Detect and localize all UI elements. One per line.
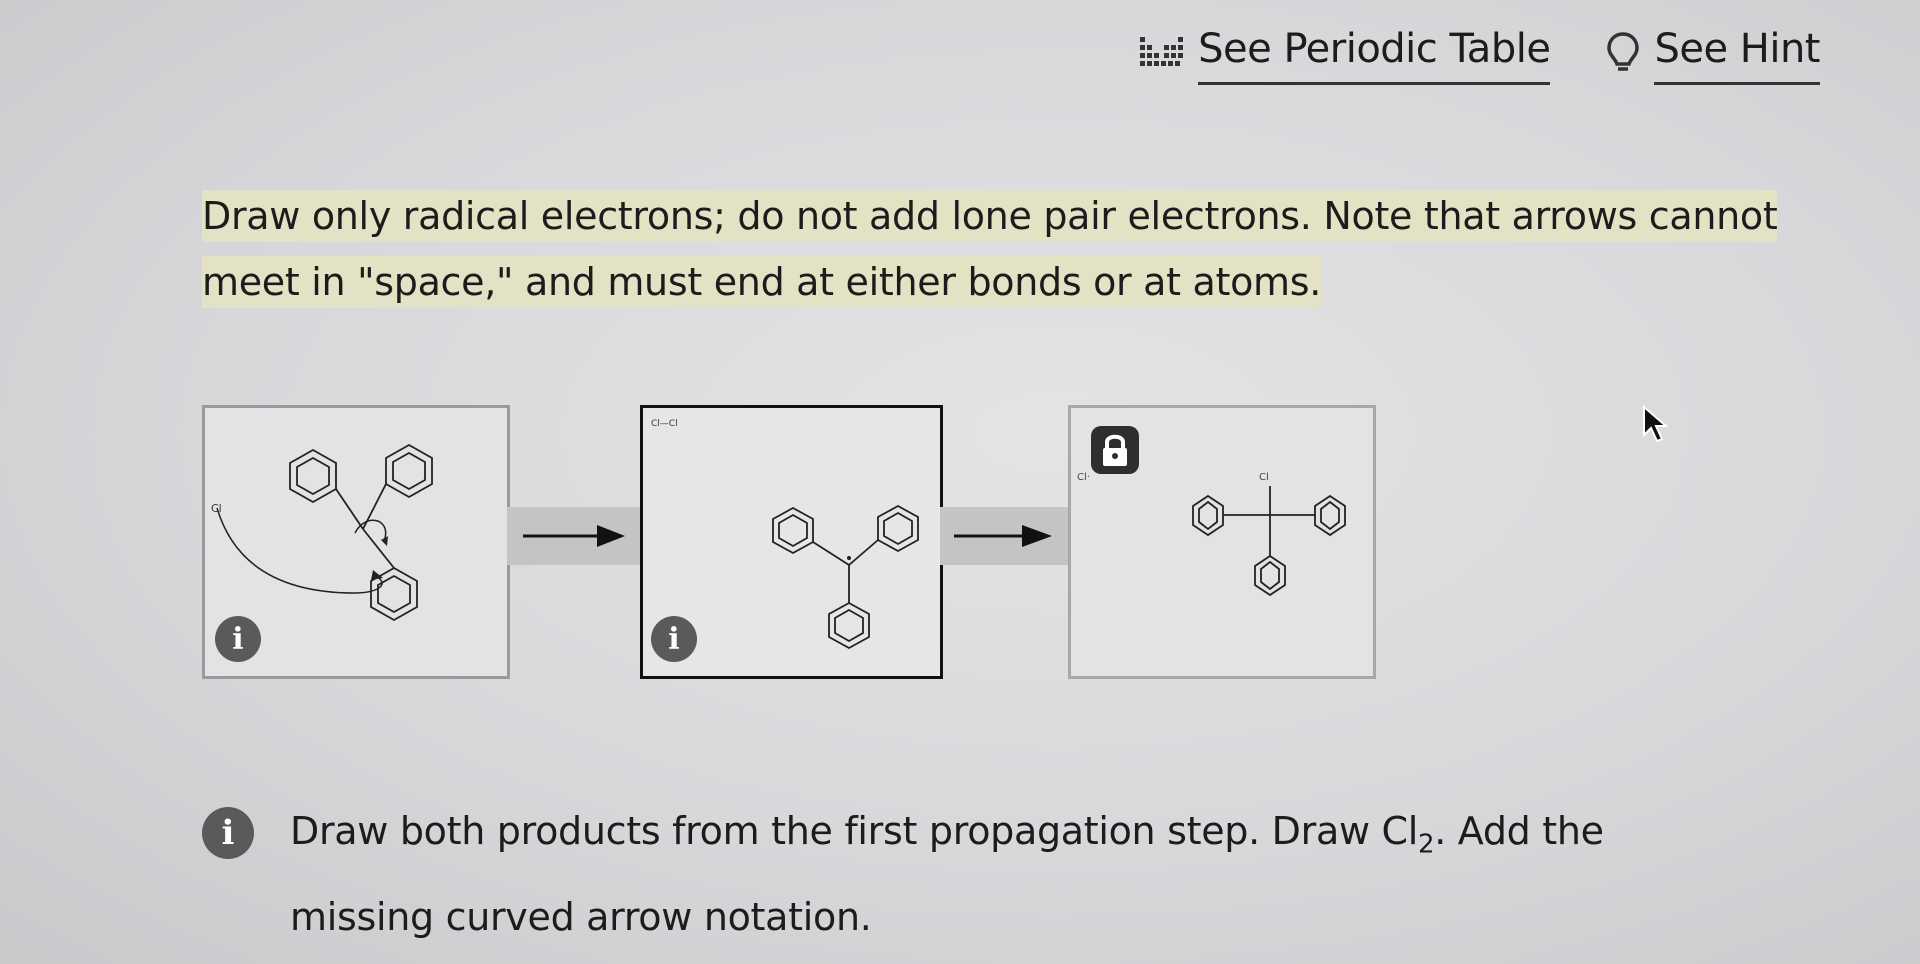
info-icon[interactable]: i — [215, 616, 261, 662]
reactant-drawing-panel[interactable]: Cl i — [202, 405, 510, 679]
see-hint-label: See Hint — [1654, 20, 1820, 85]
product-structure: Cl· Cl — [1077, 472, 1346, 597]
reaction-arrow-connector-1 — [507, 507, 640, 565]
reaction-arrow-1 — [523, 525, 625, 547]
mouse-cursor-icon — [1643, 405, 1669, 443]
info-icon[interactable]: i — [202, 807, 254, 859]
instruction-highlight: Draw only radical electrons; do not add … — [202, 190, 1778, 308]
chlorine-label: Cl — [211, 502, 222, 515]
intermediate-drawing-panel[interactable]: Cl—Cl i — [640, 405, 943, 679]
bottom-note-subscript: 2 — [1418, 829, 1435, 860]
periodic-table-icon — [1140, 36, 1184, 66]
see-periodic-table-link[interactable]: See Periodic Table — [1140, 20, 1551, 85]
reaction-arrow-connector-2 — [940, 507, 1068, 565]
chlorine-radical-label: Cl· — [1077, 472, 1090, 483]
bottom-note-prefix: Draw both products from the first propag… — [290, 809, 1418, 853]
reaction-arrow-2 — [954, 525, 1052, 547]
info-icon[interactable]: i — [651, 616, 697, 662]
product-drawing-panel: Cl· Cl — [1068, 405, 1376, 679]
dichlorine-label: Cl—Cl — [651, 419, 678, 429]
radical-electron — [847, 556, 851, 560]
instruction-text: Draw only radical electrons; do not add … — [202, 183, 1812, 315]
lightbulb-icon — [1607, 31, 1640, 71]
top-links: See Periodic Table See Hint — [1140, 20, 1820, 85]
see-periodic-table-label: See Periodic Table — [1198, 20, 1551, 85]
chlorine-substituent-label: Cl — [1259, 472, 1269, 483]
bottom-note-text: Draw both products from the first propag… — [290, 795, 1690, 953]
see-hint-link[interactable]: See Hint — [1606, 20, 1820, 85]
